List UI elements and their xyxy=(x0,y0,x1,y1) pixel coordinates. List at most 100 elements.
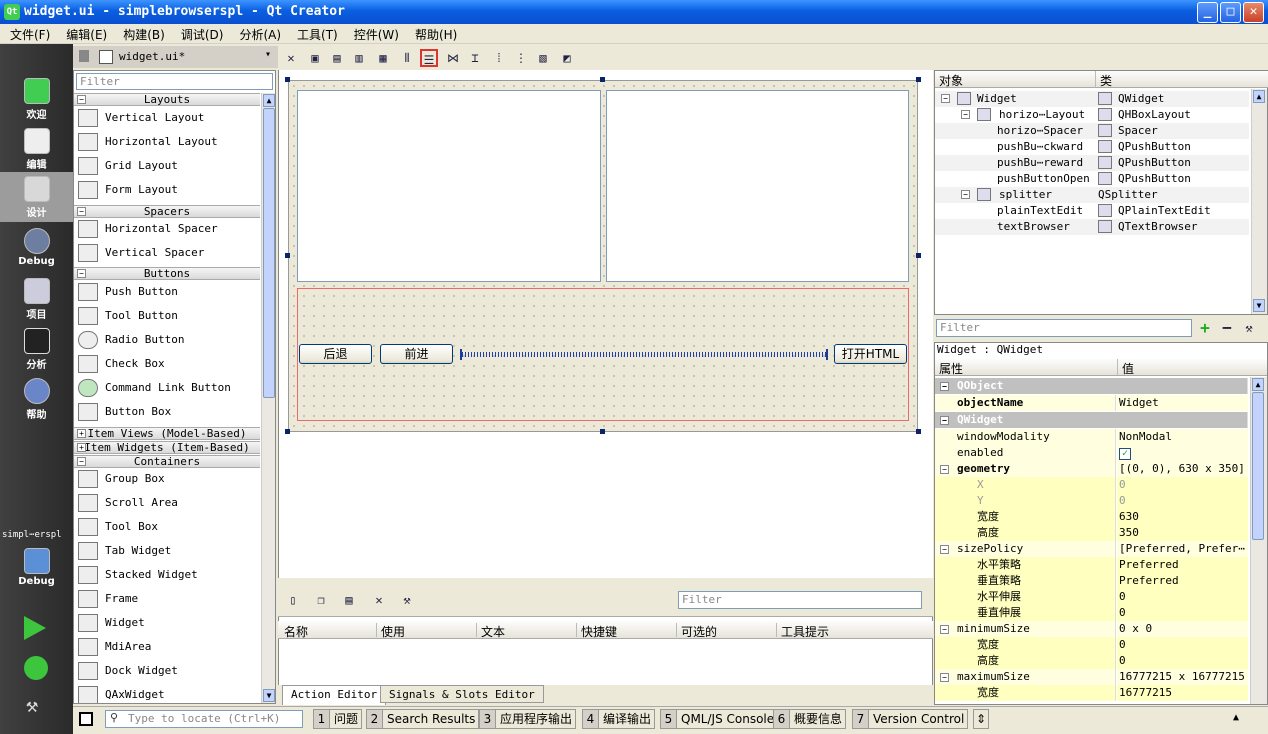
category-layouts[interactable]: − Layouts xyxy=(74,93,260,106)
mode-edit[interactable]: 编辑 xyxy=(0,124,73,174)
chevron-down-icon[interactable]: ▾ xyxy=(265,49,271,60)
mode-debug[interactable]: Debug xyxy=(0,224,73,274)
tree-row[interactable]: pushButtonOpen QPushButton xyxy=(935,171,1249,187)
scroll-thumb[interactable] xyxy=(1252,392,1264,540)
widget-form-layout[interactable]: Form Layout xyxy=(78,179,260,201)
scroll-down-icon[interactable]: ▼ xyxy=(263,689,275,702)
debug-run-icon[interactable] xyxy=(24,656,48,680)
widget-box-scrollbar[interactable]: ▲ ▼ xyxy=(261,93,275,703)
property-value[interactable]: 0 xyxy=(1117,493,1248,509)
edit-tab-order-icon[interactable]: ▦ xyxy=(374,49,392,67)
tree-row[interactable]: textBrowser QTextBrowser xyxy=(935,219,1249,235)
resize-handle[interactable] xyxy=(600,77,605,82)
close-button[interactable]: ✕ xyxy=(1243,2,1264,23)
form-layout-icon[interactable]: ⁞ xyxy=(490,49,508,67)
pane-issues[interactable]: 1 问题 xyxy=(313,709,363,729)
pane-application-output[interactable]: 3 应用程序输出 xyxy=(479,709,577,729)
splitter-horizontal-icon[interactable]: ⋈ xyxy=(444,49,462,67)
resize-handle[interactable] xyxy=(916,429,921,434)
document-filename[interactable]: widget.ui* xyxy=(119,50,185,63)
tree-row[interactable]: − horizo⋯Layout QHBoxLayout xyxy=(935,107,1249,123)
widget-tool-button[interactable]: Tool Button xyxy=(78,305,260,327)
column-header[interactable]: 快捷键 xyxy=(576,623,617,639)
category-item-views[interactable]: + Item Views (Model-Based) xyxy=(74,427,260,440)
property-value[interactable]: 16777215 xyxy=(1117,685,1248,701)
widget-tool-box[interactable]: Tool Box xyxy=(78,516,260,538)
mode-welcome[interactable]: 欢迎 xyxy=(0,74,73,124)
property-row[interactable]: 高度 350 xyxy=(935,525,1248,541)
property-group-qwidget[interactable]: − QWidget xyxy=(935,412,1248,428)
property-row[interactable]: − sizePolicy [Preferred, Prefer⋯ xyxy=(935,541,1248,557)
column-header[interactable]: 文本 xyxy=(476,623,505,639)
pane-compile-output[interactable]: 4 编译输出 xyxy=(582,709,656,729)
property-row[interactable]: 宽度 16777215 xyxy=(935,685,1248,701)
property-row[interactable]: 宽度 0 xyxy=(935,637,1248,653)
tree-row[interactable]: − Widget QWidget xyxy=(935,91,1249,107)
collapse-icon[interactable]: − xyxy=(941,94,950,103)
property-value[interactable]: 0 xyxy=(1117,605,1248,621)
edit-buddies-icon[interactable]: ▥ xyxy=(350,49,368,67)
property-row[interactable]: 垂直伸展 0 xyxy=(935,605,1248,621)
object-column-header[interactable]: 对象 xyxy=(935,71,1095,88)
property-filter-input[interactable]: Filter xyxy=(936,319,1192,337)
property-row[interactable]: 水平策略 Preferred xyxy=(935,557,1248,573)
horizontal-layout-icon[interactable]: ⦀ xyxy=(398,49,416,67)
menu-analyze[interactable]: 分析(A) xyxy=(229,24,287,43)
property-editor-scrollbar[interactable]: ▲ xyxy=(1250,377,1267,704)
property-value[interactable]: Preferred xyxy=(1117,557,1248,573)
tab-signals-slots[interactable]: Signals & Slots Editor xyxy=(380,685,544,703)
column-header[interactable]: 工具提示 xyxy=(776,623,829,639)
resize-handle[interactable] xyxy=(285,429,290,434)
resize-handle[interactable] xyxy=(285,77,290,82)
widget-filter-input[interactable]: Filter xyxy=(76,73,273,90)
widget-scroll-area[interactable]: Scroll Area xyxy=(78,492,260,514)
scroll-thumb[interactable] xyxy=(263,108,275,398)
pane-qml-console[interactable]: 5 QML/JS Console xyxy=(660,709,779,729)
mode-projects[interactable]: 项目 xyxy=(0,274,73,324)
property-value[interactable]: 0 x 0 xyxy=(1117,621,1248,637)
menu-widgets[interactable]: 控件(W) xyxy=(344,24,405,43)
property-value[interactable]: 0 xyxy=(1117,477,1248,493)
property-value[interactable]: ✓ xyxy=(1117,445,1248,461)
category-buttons[interactable]: − Buttons xyxy=(74,267,260,280)
widget-button-box[interactable]: Button Box xyxy=(78,401,260,423)
property-row[interactable]: − maximumSize 16777215 x 16777215 xyxy=(935,669,1248,685)
widget-stacked-widget[interactable]: Stacked Widget xyxy=(78,564,260,586)
collapse-icon[interactable]: − xyxy=(961,110,970,119)
widget-widget[interactable]: Widget xyxy=(78,612,260,634)
object-inspector-scrollbar[interactable]: ▲ ▼ xyxy=(1251,89,1267,314)
category-item-widgets[interactable]: + Item Widgets (Item-Based) xyxy=(74,441,260,454)
widget-qax-widget[interactable]: QAxWidget xyxy=(78,684,260,703)
property-value[interactable]: [(0, 0), 630 x 350] xyxy=(1117,461,1248,477)
text-browser[interactable] xyxy=(606,90,909,282)
property-column-header[interactable]: 属性 xyxy=(935,359,1117,376)
property-value[interactable]: Widget xyxy=(1117,395,1248,411)
tree-row[interactable]: horizo⋯Spacer Spacer xyxy=(935,123,1249,139)
tree-row[interactable]: − splitter QSplitter xyxy=(935,187,1249,203)
menu-tools[interactable]: 工具(T) xyxy=(287,24,344,43)
property-value[interactable]: 0 xyxy=(1117,637,1248,653)
property-row[interactable]: Y0 xyxy=(935,493,1248,509)
scroll-up-icon[interactable]: ▲ xyxy=(1253,90,1265,103)
widget-horizontal-layout[interactable]: Horizontal Layout xyxy=(78,131,260,153)
widget-vertical-spacer[interactable]: Vertical Spacer xyxy=(78,242,260,264)
property-value[interactable]: 0 xyxy=(1117,589,1248,605)
delete-action-icon[interactable]: ✕ xyxy=(370,591,388,609)
break-layout-icon[interactable]: ▧ xyxy=(534,49,552,67)
property-row[interactable]: 水平伸展 0 xyxy=(935,589,1248,605)
widget-push-button[interactable]: Push Button xyxy=(78,281,260,303)
property-row[interactable]: 高度 0 xyxy=(935,653,1248,669)
plain-text-edit[interactable] xyxy=(297,90,601,282)
column-header[interactable]: 名称 xyxy=(280,623,308,639)
property-value[interactable]: 16777215 x 16777215 xyxy=(1117,669,1248,685)
property-row[interactable]: 宽度 630 xyxy=(935,509,1248,525)
widget-frame[interactable]: Frame xyxy=(78,588,260,610)
value-column-header[interactable]: 值 xyxy=(1117,359,1267,376)
action-filter-input[interactable]: Filter xyxy=(678,591,922,609)
property-row[interactable]: − geometry [(0, 0), 630 x 350] xyxy=(935,461,1248,477)
widget-tab-widget[interactable]: Tab Widget xyxy=(78,540,260,562)
property-value[interactable]: 0 xyxy=(1117,653,1248,669)
collapse-icon[interactable]: − xyxy=(961,190,970,199)
run-icon[interactable] xyxy=(24,616,46,640)
tree-row[interactable]: pushBu⋯ckward QPushButton xyxy=(935,139,1249,155)
